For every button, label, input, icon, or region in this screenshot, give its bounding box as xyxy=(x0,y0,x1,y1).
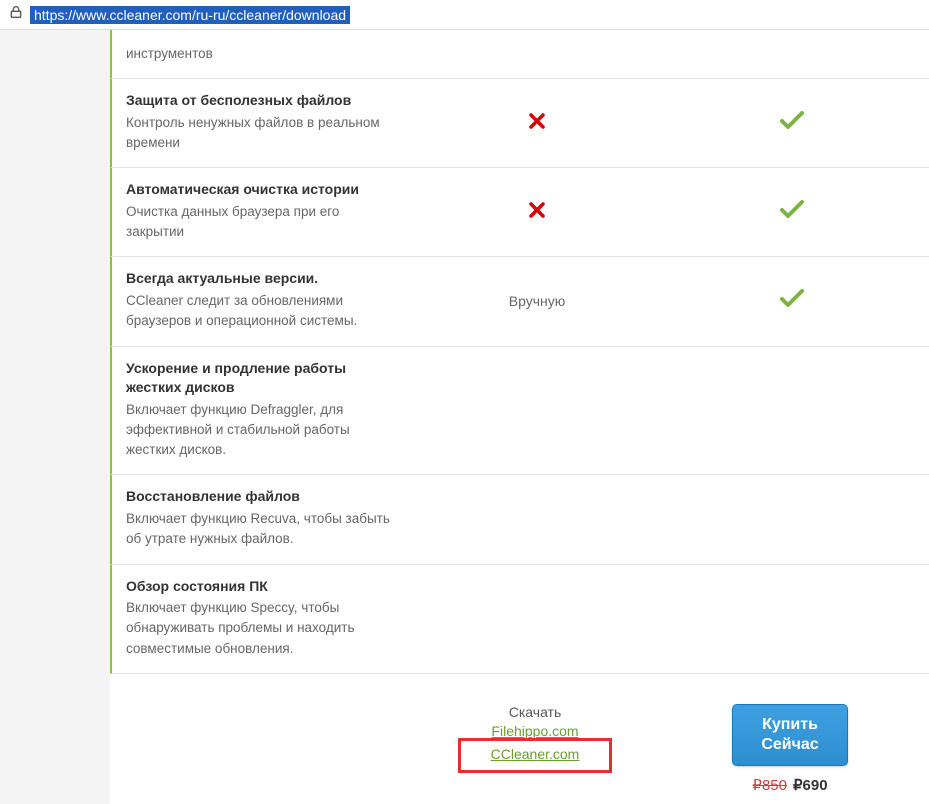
feature-desc: Контроль ненужных файлов в реальном врем… xyxy=(126,113,398,154)
footer-row: Скачать Filehippo.com CCleaner.com Купит… xyxy=(110,674,929,804)
feature-title: Ускорение и продление работы жестких дис… xyxy=(126,359,398,398)
free-cell xyxy=(412,79,662,167)
pro-cell xyxy=(662,30,922,78)
address-bar[interactable]: https://www.ccleaner.com/ru-ru/ccleaner/… xyxy=(0,0,929,30)
ccleaner-link[interactable]: CCleaner.com xyxy=(491,745,580,765)
download-column: Скачать Filehippo.com CCleaner.com xyxy=(410,704,660,794)
feature-desc: инструментов xyxy=(126,44,398,64)
pro-cell xyxy=(662,347,922,475)
table-row: Восстановление файловВключает функцию Re… xyxy=(110,475,929,564)
feature-title: Всегда актуальные версии. xyxy=(126,269,398,289)
highlight-box: CCleaner.com xyxy=(458,738,613,774)
feature-cell: Защита от бесполезных файловКонтроль нен… xyxy=(112,79,412,167)
table-row: Всегда актуальные версии.CCleaner следит… xyxy=(110,257,929,346)
check-icon xyxy=(780,200,804,225)
free-cell: Вручную xyxy=(412,257,662,345)
buy-column: Купить Сейчас ₽850 ₽690 xyxy=(660,704,920,794)
download-label: Скачать xyxy=(410,704,660,720)
table-row: Автоматическая очистка историиОчистка да… xyxy=(110,168,929,257)
pro-cell xyxy=(662,79,922,167)
pro-cell xyxy=(662,475,922,563)
check-icon xyxy=(780,111,804,136)
price: ₽850 ₽690 xyxy=(660,776,920,794)
feature-desc: Очистка данных браузера при его закрытии xyxy=(126,202,398,243)
feature-cell: Всегда актуальные версии.CCleaner следит… xyxy=(112,257,412,345)
pro-cell xyxy=(662,168,922,256)
free-cell xyxy=(412,565,662,673)
x-icon xyxy=(529,202,545,223)
feature-desc: CCleaner следит за обновлениями браузеро… xyxy=(126,291,398,332)
check-icon xyxy=(780,289,804,314)
price-old: ₽850 xyxy=(752,777,787,794)
feature-cell: инструментов xyxy=(112,30,412,78)
buy-now-button[interactable]: Купить Сейчас xyxy=(732,704,847,766)
table-row: Обзор состояния ПКВключает функцию Specc… xyxy=(110,565,929,674)
feature-title: Защита от бесполезных файлов xyxy=(126,91,398,111)
x-icon xyxy=(529,113,545,134)
free-cell xyxy=(412,347,662,475)
price-new: ₽690 xyxy=(793,777,828,794)
comparison-table: инструментов Защита от бесполезных файлов… xyxy=(110,30,929,804)
free-cell xyxy=(412,168,662,256)
feature-cell: Восстановление файловВключает функцию Re… xyxy=(112,475,412,563)
feature-cell: Автоматическая очистка историиОчистка да… xyxy=(112,168,412,256)
table-row: инструментов xyxy=(110,30,929,79)
table-row: Ускорение и продление работы жестких дис… xyxy=(110,347,929,476)
feature-cell: Ускорение и продление работы жестких дис… xyxy=(112,347,412,475)
pro-cell xyxy=(662,257,922,345)
feature-title: Восстановление файлов xyxy=(126,487,398,507)
manual-text: Вручную xyxy=(509,293,566,309)
free-cell xyxy=(412,475,662,563)
feature-desc: Включает функцию Recuva, чтобы забыть об… xyxy=(126,509,398,550)
pro-cell xyxy=(662,565,922,673)
feature-title: Автоматическая очистка истории xyxy=(126,180,398,200)
lock-icon xyxy=(8,4,24,25)
table-row: Защита от бесполезных файловКонтроль нен… xyxy=(110,79,929,168)
free-cell xyxy=(412,30,662,78)
feature-desc: Включает функцию Defraggler, для эффекти… xyxy=(126,400,398,461)
feature-cell: Обзор состояния ПКВключает функцию Specc… xyxy=(112,565,412,673)
url-text[interactable]: https://www.ccleaner.com/ru-ru/ccleaner/… xyxy=(30,6,350,24)
feature-title: Обзор состояния ПК xyxy=(126,577,398,597)
feature-desc: Включает функцию Speccy, чтобы обнаружив… xyxy=(126,598,398,659)
